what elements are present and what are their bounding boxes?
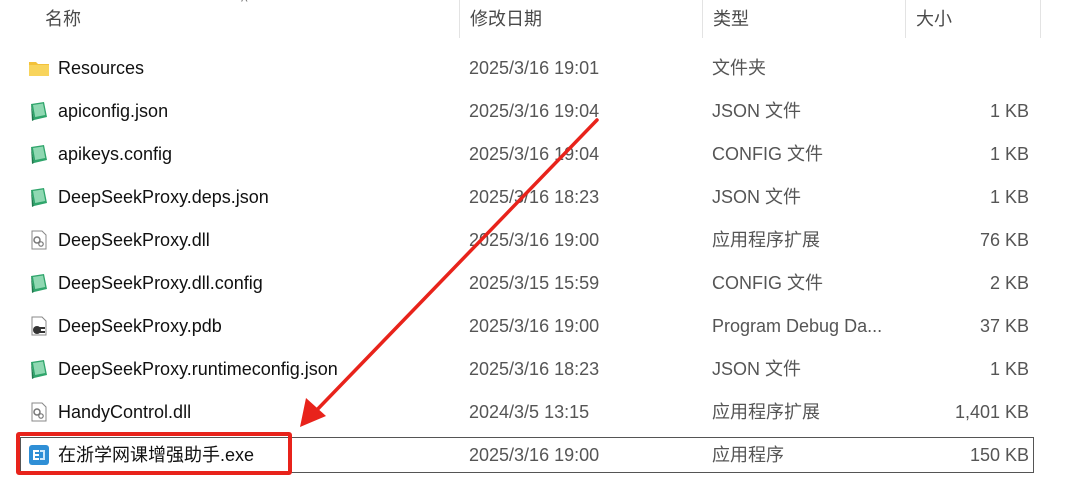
file-size: 150 KB xyxy=(969,445,1029,465)
file-name: DeepSeekProxy.deps.json xyxy=(58,187,269,207)
dll-file-icon xyxy=(28,402,50,422)
column-header-name[interactable]: 名称 xyxy=(35,0,460,38)
column-header-bar: ^ 名称 修改日期 类型 大小 xyxy=(0,0,1069,38)
file-date: 2025/3/16 19:00 xyxy=(469,445,600,465)
pdb-file-icon xyxy=(28,316,50,336)
file-date: 2025/3/15 15:59 xyxy=(469,273,600,293)
file-size: 76 KB xyxy=(979,230,1029,250)
file-name: DeepSeekProxy.dll.config xyxy=(58,273,263,293)
file-size: 1,401 KB xyxy=(954,402,1029,422)
config-file-icon xyxy=(28,359,50,379)
config-file-icon xyxy=(28,101,50,121)
file-row[interactable]: apiconfig.json 2025/3/16 19:04 JSON 文件 1 KB xyxy=(0,93,1069,136)
file-row[interactable]: apikeys.config 2025/3/16 19:04 CONFIG 文件 1 … xyxy=(0,136,1069,179)
highlight-box xyxy=(16,432,292,475)
file-date: 2025/3/16 19:00 xyxy=(469,316,600,336)
column-separator[interactable] xyxy=(1040,0,1041,38)
config-file-icon xyxy=(28,187,50,207)
file-date: 2025/3/16 18:23 xyxy=(469,187,600,207)
file-type: 应用程序扩展 xyxy=(712,402,820,422)
file-date: 2025/3/16 19:01 xyxy=(469,58,600,78)
file-type: JSON 文件 xyxy=(712,187,802,207)
file-row[interactable]: DeepSeekProxy.deps.json 2025/3/16 18:23 JS… xyxy=(0,179,1069,222)
file-date: 2025/3/16 19:04 xyxy=(469,101,600,121)
file-type: 应用程序扩展 xyxy=(712,230,820,250)
file-type: CONFIG 文件 xyxy=(712,273,823,293)
file-size: 1 KB xyxy=(989,187,1029,207)
file-name: DeepSeekProxy.runtimeconfig.json xyxy=(58,359,338,379)
file-name: apiconfig.json xyxy=(58,101,169,121)
file-type: 文件夹 xyxy=(712,58,766,78)
folder-icon xyxy=(28,58,50,78)
file-type: 应用程序 xyxy=(712,445,784,465)
column-header-size[interactable]: 大小 xyxy=(906,0,1040,38)
file-row[interactable]: DeepSeekProxy.dll 2025/3/16 19:00 应用程序扩展 76… xyxy=(0,222,1069,265)
file-row[interactable]: DeepSeekProxy.runtimeconfig.json 2025/3/1… xyxy=(0,351,1069,394)
file-date: 2024/3/5 13:15 xyxy=(469,402,590,422)
dll-file-icon xyxy=(28,230,50,250)
config-file-icon xyxy=(28,144,50,164)
file-name: Resources xyxy=(58,58,145,78)
file-size: 37 KB xyxy=(979,316,1029,336)
file-name: DeepSeekProxy.dll xyxy=(58,230,210,250)
file-date: 2025/3/16 19:00 xyxy=(469,230,600,250)
file-size: 1 KB xyxy=(989,144,1029,164)
file-row[interactable]: HandyControl.dll 2024/3/5 13:15 应用程序扩展 1,40… xyxy=(0,394,1069,437)
file-type: JSON 文件 xyxy=(712,101,802,121)
file-name: DeepSeekProxy.pdb xyxy=(58,316,222,336)
file-type: CONFIG 文件 xyxy=(712,144,823,164)
file-row[interactable]: DeepSeekProxy.dll.config 2025/3/15 15:59 C… xyxy=(0,265,1069,308)
file-date: 2025/3/16 19:04 xyxy=(469,144,600,164)
file-size: 1 KB xyxy=(989,101,1029,121)
file-row[interactable]: DeepSeekProxy.pdb 2025/3/16 19:00 Program … xyxy=(0,308,1069,351)
file-date: 2025/3/16 18:23 xyxy=(469,359,600,379)
file-row[interactable]: Resources 2025/3/16 19:01 文件夹 xyxy=(0,50,1069,93)
file-size: 1 KB xyxy=(989,359,1029,379)
file-type: JSON 文件 xyxy=(712,359,802,379)
file-size: 2 KB xyxy=(989,273,1029,293)
config-file-icon xyxy=(28,273,50,293)
file-name: apikeys.config xyxy=(58,144,173,164)
file-type: Program Debug Da... xyxy=(712,316,883,336)
column-header-date[interactable]: 修改日期 xyxy=(460,0,703,38)
column-header-type[interactable]: 类型 xyxy=(703,0,906,38)
file-name: HandyControl.dll xyxy=(58,402,192,422)
